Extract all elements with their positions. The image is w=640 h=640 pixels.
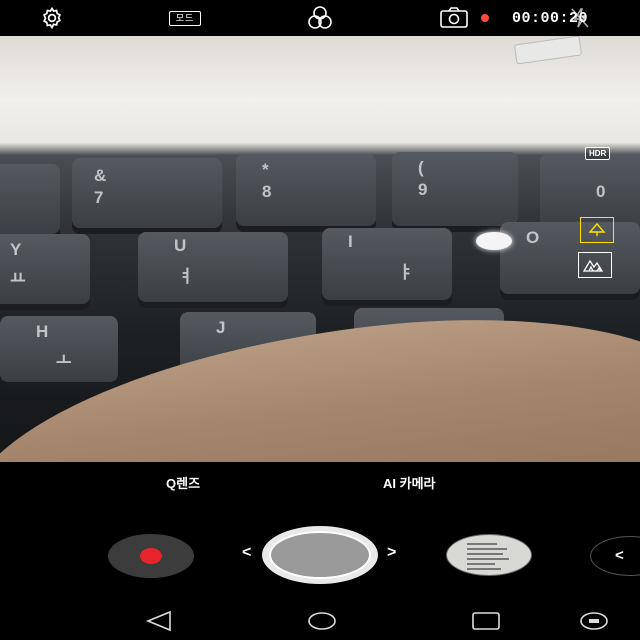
home-circle-icon[interactable] xyxy=(306,610,338,632)
back-triangle-icon[interactable] xyxy=(144,610,174,632)
hdr-badge[interactable]: HDR xyxy=(585,147,611,160)
record-video-button[interactable] xyxy=(108,534,194,578)
recents-square-icon[interactable] xyxy=(470,610,502,632)
recording-indicator xyxy=(478,0,492,36)
filter-icon[interactable] xyxy=(300,0,340,36)
collapse-chevron: < xyxy=(615,547,624,564)
record-dot-icon xyxy=(140,548,162,564)
q-lens-button[interactable]: Q렌즈 xyxy=(166,473,200,492)
gallery-thumbnail[interactable] xyxy=(446,534,532,576)
flash-off-icon[interactable] xyxy=(566,0,594,36)
mode-next-chevron[interactable]: > xyxy=(387,544,396,562)
snapshot-icon[interactable] xyxy=(434,0,474,36)
usb-cable-in-scene xyxy=(513,36,583,65)
mode-prev-chevron[interactable]: < xyxy=(242,544,251,562)
shutter-button[interactable] xyxy=(262,526,378,584)
focus-point xyxy=(476,232,512,250)
ai-scene-icon[interactable] xyxy=(580,217,614,243)
mode-label: 모드 xyxy=(168,10,202,26)
camera-top-bar: 모드 00:00:20 xyxy=(0,0,640,36)
ai-camera-button[interactable]: AI 카메라 xyxy=(383,473,436,492)
settings-gear-icon[interactable] xyxy=(30,0,74,36)
dual-screen-icon[interactable] xyxy=(578,610,610,632)
landscape-scene-icon[interactable] xyxy=(578,252,612,278)
mode-button[interactable]: 모드 xyxy=(160,0,210,36)
camera-viewfinder[interactable]: & 7 * 8 (9 0 Yㅛ Uㅕ Iㅑ O Hㅗ J HDR xyxy=(0,36,640,462)
